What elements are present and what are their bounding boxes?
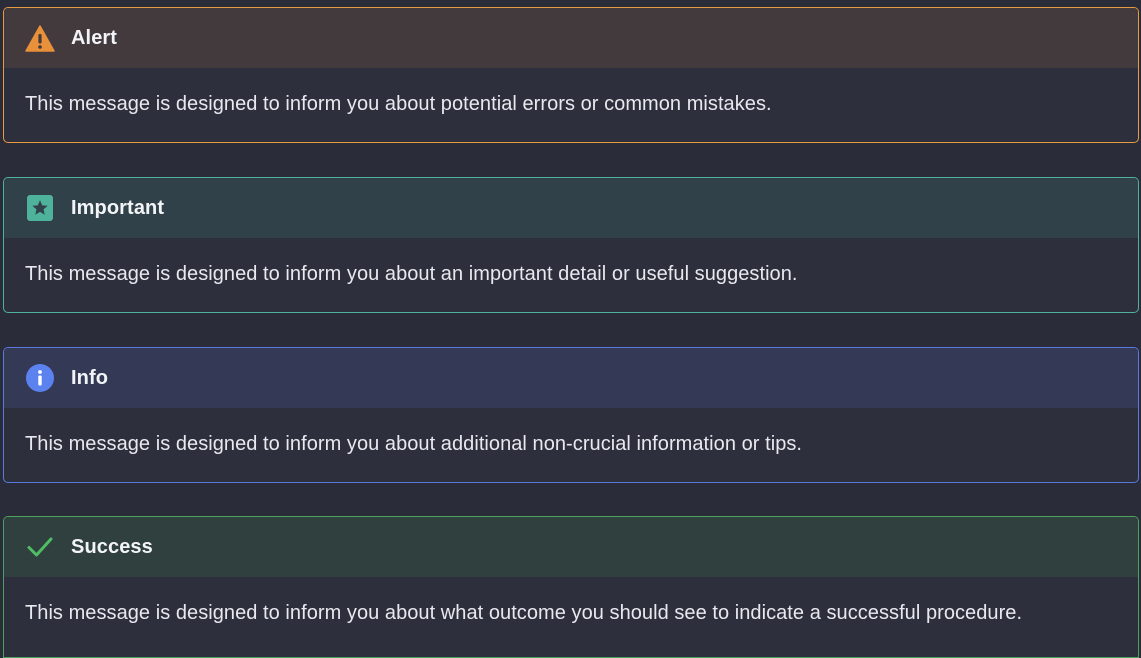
info-callout-message: This message is designed to inform you a…	[25, 432, 803, 455]
alert-callout: Alert This message is designed to inform…	[3, 7, 1139, 143]
important-callout-header: Important	[4, 178, 1138, 238]
checkmark-icon	[25, 532, 55, 562]
success-callout-header: Success	[4, 517, 1138, 577]
info-icon	[25, 363, 55, 393]
important-callout-title: Important	[71, 196, 165, 219]
callout-list: Alert This message is designed to inform…	[0, 0, 1141, 658]
warning-triangle-icon	[25, 23, 55, 53]
important-callout-message: This message is designed to inform you a…	[25, 262, 798, 285]
alert-callout-title: Alert	[71, 26, 118, 49]
info-callout: Info This message is designed to inform …	[3, 347, 1139, 483]
alert-callout-header: Alert	[4, 8, 1138, 68]
success-callout-message: This message is designed to inform you a…	[25, 601, 1023, 624]
info-callout-header: Info	[4, 348, 1138, 408]
info-callout-title: Info	[71, 366, 109, 389]
important-callout: Important This message is designed to in…	[3, 177, 1139, 313]
alert-callout-message: This message is designed to inform you a…	[25, 92, 772, 115]
success-callout-title: Success	[71, 535, 153, 558]
star-icon	[25, 193, 55, 223]
success-callout: Success This message is designed to info…	[3, 516, 1139, 658]
